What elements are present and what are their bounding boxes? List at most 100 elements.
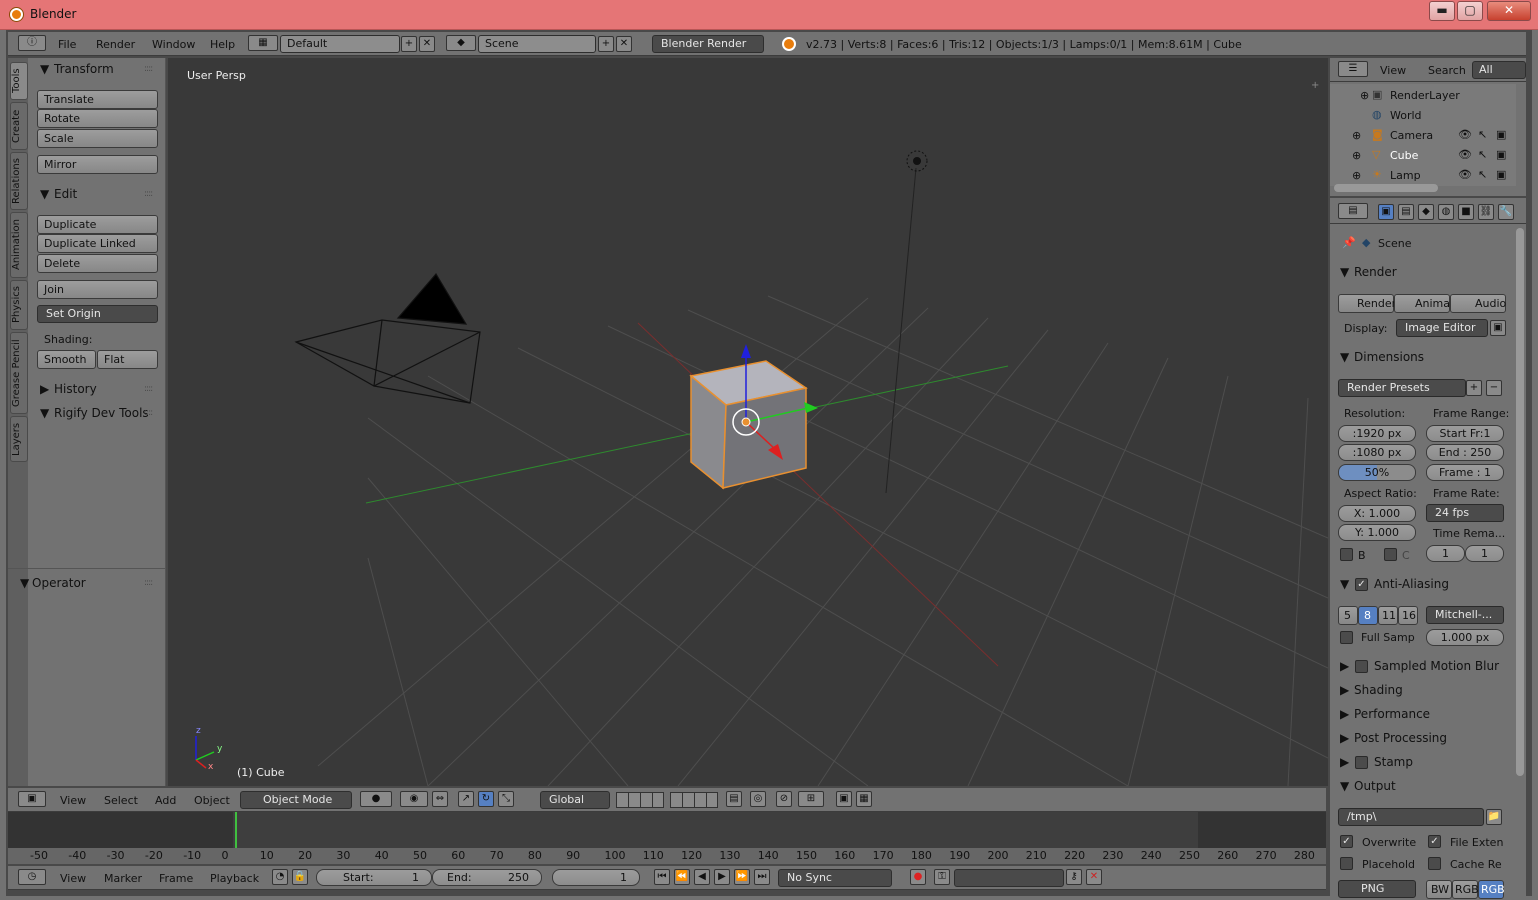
snap-toggle-icon[interactable]: ⊘: [776, 791, 792, 807]
output-panel-title[interactable]: Output: [1354, 779, 1396, 793]
border-checkbox[interactable]: [1340, 548, 1353, 561]
visibility-eye-icon[interactable]: 👁: [1458, 168, 1472, 181]
aspect-y-field[interactable]: Y: 1.000: [1338, 524, 1416, 541]
tab-physics[interactable]: Physics: [10, 280, 28, 330]
resolution-percent-slider[interactable]: 50%: [1338, 464, 1416, 481]
performance-arrow-icon[interactable]: ▶: [1340, 707, 1349, 721]
dimensions-arrow-icon[interactable]: ▼: [1340, 350, 1349, 364]
viewport-shading-icon[interactable]: ●: [360, 791, 392, 807]
aa-samples-11[interactable]: 11: [1378, 606, 1398, 625]
placeholders-checkbox[interactable]: [1340, 857, 1353, 870]
join-button[interactable]: Join: [37, 280, 158, 299]
scene-field[interactable]: Scene: [478, 35, 596, 53]
stamp-arrow-icon[interactable]: ▶: [1340, 755, 1349, 769]
tab-grease-pencil[interactable]: Grease Pencil: [10, 332, 28, 414]
menu-object[interactable]: Object: [194, 794, 230, 807]
render-engine-select[interactable]: Blender Render: [652, 35, 764, 53]
panel-grip-icon[interactable]: ::::: [144, 189, 153, 199]
menu-frame[interactable]: Frame: [159, 872, 193, 885]
sync-mode-select[interactable]: No Sync: [778, 869, 892, 887]
motion-blur-arrow-icon[interactable]: ▶: [1340, 659, 1349, 673]
transform-orientation-select[interactable]: Global: [540, 791, 610, 809]
opengl-render-icon[interactable]: ▣: [836, 791, 852, 807]
operator-panel-title[interactable]: Operator: [32, 576, 86, 590]
file-format-select[interactable]: PNG: [1338, 880, 1416, 898]
time-remap-old-field[interactable]: 1: [1426, 545, 1465, 562]
file-extensions-checkbox[interactable]: ✓: [1428, 835, 1441, 848]
screen-layout-icon[interactable]: ▦: [248, 35, 278, 51]
outliner-search-menu[interactable]: Search: [1428, 64, 1466, 77]
lock-layers-icon[interactable]: ▤: [726, 791, 742, 807]
add-scene-icon[interactable]: +: [598, 36, 614, 52]
render-panel-title[interactable]: Render: [1354, 265, 1397, 279]
properties-editor[interactable]: ▤ ▣ ▤ ◆ ◍ ■ ⛓ 🔧 📌 ◆ Scene ▼ Render Rende…: [1330, 198, 1526, 899]
menu-file[interactable]: File: [58, 38, 76, 51]
end-frame-prop[interactable]: End : 250: [1426, 444, 1504, 461]
translate-button[interactable]: Translate: [37, 90, 158, 109]
aa-samples-16[interactable]: 16: [1398, 606, 1418, 625]
stamp-panel-title[interactable]: Stamp: [1374, 755, 1413, 769]
minimize-button[interactable]: ▬: [1429, 1, 1455, 21]
layer-buttons-a[interactable]: [616, 792, 664, 808]
play-reverse-icon[interactable]: ◀: [694, 869, 710, 885]
close-button[interactable]: ✕: [1487, 1, 1531, 21]
camera-object[interactable]: [294, 272, 481, 404]
maximize-button[interactable]: ▢: [1457, 1, 1483, 21]
pin-icon[interactable]: 📌: [1342, 236, 1356, 249]
remove-scene-icon[interactable]: ✕: [616, 36, 632, 52]
render-presets-select[interactable]: Render Presets: [1338, 379, 1466, 397]
outliner-row-lamp[interactable]: ⊕ ☀ Lamp 👁 ↖ ▣: [1330, 166, 1516, 186]
visibility-eye-icon[interactable]: 👁: [1458, 128, 1472, 141]
audio-button[interactable]: Audio: [1450, 294, 1506, 313]
rotate-manipulator-icon[interactable]: ↻: [478, 791, 494, 807]
resolution-y-field[interactable]: :1080 px: [1338, 444, 1416, 461]
menu-window[interactable]: Window: [152, 38, 195, 51]
render-layers-tab-icon[interactable]: ▤: [1398, 204, 1414, 220]
panel-grip-icon[interactable]: ::::: [144, 64, 153, 74]
editor-type-outliner-icon[interactable]: ☰: [1338, 61, 1368, 77]
aa-filter-select[interactable]: Mitchell-...: [1426, 606, 1504, 624]
editor-type-info-icon[interactable]: ⓘ: [18, 35, 46, 51]
constraints-tab-icon[interactable]: ⛓: [1478, 204, 1494, 220]
antialiasing-checkbox[interactable]: ✓: [1355, 578, 1368, 591]
filter-size-field[interactable]: 1.000 px: [1426, 629, 1504, 646]
add-preset-icon[interactable]: +: [1466, 380, 1482, 396]
outliner-filter-select[interactable]: All Scenes: [1472, 61, 1526, 79]
outliner-row-renderlayer[interactable]: ⊕ ▣ RenderLayer: [1330, 86, 1516, 106]
stamp-checkbox[interactable]: [1355, 756, 1368, 769]
pivot-point-icon[interactable]: ◉: [400, 791, 428, 807]
scale-manipulator-icon[interactable]: ⤡: [498, 791, 514, 807]
select-cursor-icon[interactable]: ↖: [1478, 148, 1487, 161]
motion-blur-checkbox[interactable]: [1355, 660, 1368, 673]
antialiasing-arrow-icon[interactable]: ▼: [1340, 577, 1349, 591]
set-origin-select[interactable]: Set Origin: [37, 305, 158, 323]
rigify-panel-title[interactable]: Rigify Dev Tools: [54, 406, 149, 420]
timeline-ruler[interactable]: -50 -40 -30 -20 -10 0 10 20 30 40 50 60 70 80 90 100 110…: [8, 848, 1326, 864]
aa-samples-5[interactable]: 5: [1338, 606, 1358, 625]
menu-add[interactable]: Add: [155, 794, 176, 807]
full-sample-checkbox[interactable]: [1340, 631, 1353, 644]
outliner-row-cube[interactable]: ⊕ ▽ Cube 👁 ↖ ▣: [1330, 146, 1516, 166]
modifiers-tab-icon[interactable]: 🔧: [1498, 204, 1514, 220]
layer-buttons-b[interactable]: [670, 792, 718, 808]
delete-button[interactable]: Delete: [37, 254, 158, 273]
lamp-object[interactable]: [906, 150, 928, 172]
play-icon[interactable]: ▶: [714, 869, 730, 885]
outliner-row-camera[interactable]: ⊕ ◙ Camera 👁 ↖ ▣: [1330, 126, 1516, 146]
file-browse-icon[interactable]: 📁: [1486, 809, 1502, 825]
duplicate-button[interactable]: Duplicate: [37, 215, 158, 234]
color-rgba-button[interactable]: RGB: [1478, 880, 1505, 899]
frame-rate-select[interactable]: 24 fps: [1426, 504, 1504, 522]
flat-button[interactable]: Flat: [97, 350, 158, 369]
render-camera-icon[interactable]: ▣: [1496, 128, 1506, 141]
rotate-button[interactable]: Rotate: [37, 109, 158, 128]
snap-element-icon[interactable]: ⊞: [798, 791, 824, 807]
world-tab-icon[interactable]: ◍: [1438, 204, 1454, 220]
tab-animation[interactable]: Animation: [10, 212, 28, 278]
translate-manipulator-icon[interactable]: ↗: [458, 791, 474, 807]
keying-icon[interactable]: ⚿: [934, 869, 950, 885]
editor-type-3d-icon[interactable]: ▣: [18, 791, 46, 807]
object-mode-select[interactable]: Object Mode: [240, 791, 352, 809]
tab-create[interactable]: Create: [10, 102, 28, 150]
display-select[interactable]: Image Editor: [1396, 319, 1488, 337]
